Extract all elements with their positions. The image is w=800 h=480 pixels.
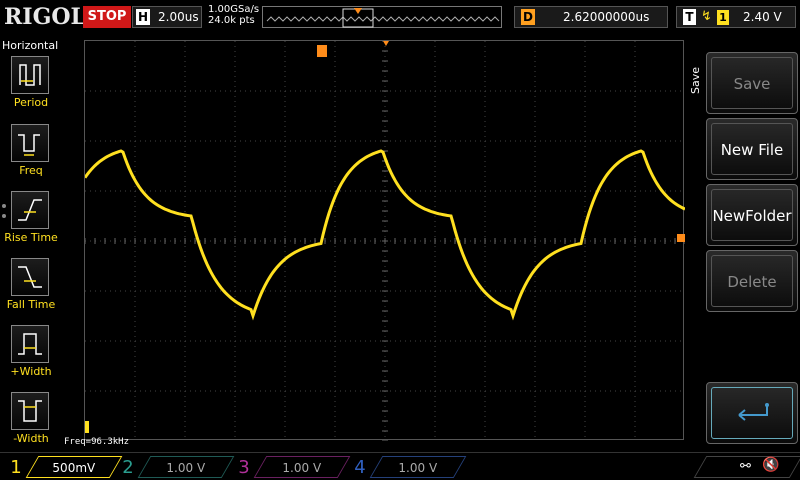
frequency-measure-icon (11, 124, 49, 162)
trigger-position-marker (383, 41, 389, 46)
save-button[interactable]: Save (706, 52, 798, 114)
horizontal-key: H (136, 9, 150, 25)
save-menu: Save Save New File NewFolder Delete (686, 36, 800, 452)
menu-item-freq[interactable]: Freq (0, 124, 62, 186)
new-file-button[interactable]: New File (706, 118, 798, 180)
channel-number: 2 (122, 457, 134, 478)
button-label: Delete (727, 273, 777, 291)
run-stop-status[interactable]: STOP (83, 6, 131, 28)
memory-position-track[interactable] (262, 6, 502, 28)
delete-button[interactable]: Delete (706, 250, 798, 312)
timebase-value: 2.00us (158, 10, 199, 24)
trigger-time-marker (317, 45, 327, 57)
rise-time-icon (11, 191, 49, 229)
trigger-key: T (683, 9, 696, 25)
channel-scale: 1.00 V (253, 456, 351, 478)
enter-return-icon (738, 403, 769, 421)
memory-depth: 24.0k pts (208, 15, 255, 26)
waveform-display[interactable] (84, 40, 685, 441)
horizontal-timebase[interactable]: H 2.00us (132, 6, 202, 28)
sample-rate: 1.00GSa/s (208, 4, 260, 15)
trigger-settings[interactable]: T ↯ 1 2.40 V (676, 6, 796, 28)
sampling-info: 1.00GSa/s 24.0k pts (208, 4, 259, 26)
channel-scale: 1.00 V (137, 456, 235, 478)
period-measure-icon (11, 56, 49, 94)
menu-item-label: +Width (10, 365, 52, 378)
top-status-bar: RIGOL STOP H 2.00us 1.00GSa/s 24.0k pts … (0, 0, 800, 36)
button-label: Save (733, 75, 771, 93)
menu-title: Horizontal (2, 39, 59, 52)
menu-item-fall-time[interactable]: Fall Time (0, 258, 62, 320)
button-label: NewFolder (712, 207, 792, 225)
trigger-level-marker (677, 234, 685, 242)
negative-width-icon (11, 392, 49, 430)
menu-item-label: Period (13, 96, 49, 109)
menu-item-label: Freq (19, 164, 43, 177)
trigger-source: 1 (717, 10, 729, 25)
channel-bar: 1 500mV 2 1.00 V 3 1.00 V 4 1.00 V ⚯ 🔇 (0, 452, 800, 480)
fall-time-icon (11, 258, 49, 296)
menu-item-rise-time[interactable]: Rise Time (0, 191, 62, 253)
channel-number: 1 (10, 457, 22, 478)
menu-item-period[interactable]: Period (0, 56, 62, 118)
brand-logo: RIGOL (4, 4, 86, 30)
channel-1-ground-marker (85, 421, 89, 433)
menu-item-label: Rise Time (4, 231, 58, 244)
delay-key: D (521, 9, 535, 25)
usb-icon: ⚯ (740, 459, 751, 474)
delay-value: 2.62000000us (563, 10, 650, 24)
channel-number: 3 (238, 457, 250, 478)
speaker-muted-icon: 🔇 (762, 457, 780, 473)
trigger-level: 2.40 V (743, 10, 782, 24)
positive-width-icon (11, 325, 49, 363)
menu-item-negative-width[interactable]: -Width (0, 392, 62, 454)
horizontal-measure-menu: Horizontal Period Freq Rise Time Fall Ti… (0, 36, 62, 452)
menu-title: Save (689, 66, 702, 94)
button-label: New File (720, 141, 784, 159)
menu-item-label: Fall Time (6, 298, 56, 311)
memory-waveform-preview (266, 16, 500, 22)
frequency-measurement: Freq=96.3kHz (64, 437, 130, 447)
rising-edge-icon: ↯ (701, 9, 712, 24)
channel-scale: 1.00 V (369, 456, 467, 478)
waveform-grid (85, 41, 685, 441)
channel-scale: 500mV (25, 456, 123, 478)
trigger-delay[interactable]: D 2.62000000us (514, 6, 668, 28)
new-folder-button[interactable]: NewFolder (706, 184, 798, 246)
enter-button[interactable] (706, 382, 798, 444)
menu-item-label: -Width (13, 432, 49, 445)
memory-trigger-marker (354, 8, 362, 14)
channel-number: 4 (354, 457, 366, 478)
menu-item-positive-width[interactable]: +Width (0, 325, 62, 387)
